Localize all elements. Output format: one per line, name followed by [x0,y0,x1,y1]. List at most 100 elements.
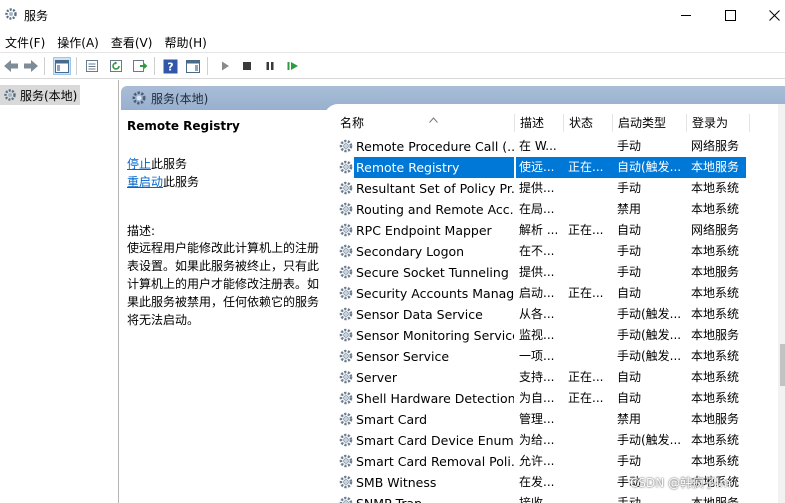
restart-service-link[interactable]: 重启动 [127,175,163,189]
startup-type-cell: 自动 [617,223,642,237]
column-desc-label: 描述 [520,115,545,130]
window-title: 服务 [24,9,49,23]
service-gear-icon [338,327,354,343]
table-row[interactable]: Security Accounts Manag... 启动... 正在... 自动 本地… [336,283,785,304]
table-row[interactable]: Smart Card 管理... 禁用 本地服务 [336,409,785,430]
service-name-cell: Smart Card Device Enum... [356,433,514,448]
close-button[interactable] [751,0,785,30]
panel-header-title: 服务(本地) [151,91,209,106]
menu-help[interactable]: 帮助(H) [158,30,212,52]
startup-type-cell: 手动 [617,181,642,195]
scrollbar-thumb[interactable] [780,344,785,386]
service-gear-icon [338,453,354,469]
stop-action: 停止此服务 [127,155,187,172]
log-on-as-cell: 本地系统 [691,433,740,447]
table-row[interactable]: Resultant Set of Policy Pr... 提供... 手动 本地系统 [336,178,785,199]
service-description: 使远程用户能修改此计算机上的注册表设置。如果此服务被终止，只有此计算机上的用户才… [127,241,320,327]
status-cell: 正在... [568,286,604,300]
console-tree: 服务(本地) [0,80,119,503]
status-cell [565,241,614,262]
start-service-icon[interactable] [216,57,234,75]
log-on-as-cell: 本地系统 [691,244,740,258]
log-on-as-cell: 本地系统 [691,307,740,321]
description-label: 描述: [127,224,156,238]
service-gear-icon [338,180,354,196]
minimize-button[interactable] [663,0,709,30]
toolbar-divider [76,57,77,75]
toolbar-divider [44,57,45,75]
status-cell [565,346,614,367]
service-name-cell: Remote Registry [354,157,514,178]
status-cell [565,409,614,430]
column-header-name[interactable]: 名称 [334,110,514,134]
watermark: CSDN @韩疯子lm [630,476,732,490]
description-cell: 为自... [519,391,555,405]
table-row[interactable]: Shell Hardware Detection 为自... 正在... 自动 本地系统 [336,388,785,409]
column-header-startup-type[interactable]: 启动类型 [612,110,686,134]
status-cell: 正在... [565,157,614,178]
log-on-as-cell: 本地系统 [691,286,740,300]
service-name-cell: Resultant Set of Policy Pr... [356,181,514,196]
log-on-as-cell: 本地服务 [691,412,740,426]
startup-type-cell: 手动(触发... [617,307,682,321]
table-row[interactable]: SNMP Trap 接收... 手动 本地服务 [336,493,785,503]
title-bar: 服务 [0,0,785,30]
toolbar-divider [207,57,208,75]
service-gear-icon [338,138,354,154]
tree-item-services-local[interactable]: 服务(本地) [0,85,80,105]
vertical-scrollbar[interactable] [778,104,785,503]
column-header-log-on-as[interactable]: 登录为 [686,110,756,134]
stop-service-link[interactable]: 停止 [127,157,151,171]
service-name-cell: Smart Card [356,412,428,427]
services-gear-icon [3,88,17,102]
service-name-cell: RPC Endpoint Mapper [356,223,492,238]
restart-action: 重启动此服务 [127,173,199,190]
log-on-as-cell: 本地服务 [688,157,746,178]
column-divider[interactable] [749,114,750,132]
tree-item-label: 服务(本地) [20,88,78,103]
table-row[interactable]: Routing and Remote Acc... 在局... 禁用 本地系统 [336,199,785,220]
table-row[interactable]: Sensor Service 一项... 手动(触发... 本地系统 [336,346,785,367]
table-row[interactable]: Smart Card Device Enum... 为给... 手动(触发... 本地… [336,430,785,451]
service-name-cell: Shell Hardware Detection [356,391,514,406]
restart-service-icon[interactable] [284,57,302,75]
menu-file[interactable]: 文件(F) [0,30,51,52]
action-pane-icon[interactable] [184,57,202,75]
startup-type-cell: 手动(触发... [617,328,682,342]
menu-action[interactable]: 操作(A) [51,30,105,52]
stop-service-icon[interactable] [238,57,256,75]
pause-service-icon[interactable] [261,57,279,75]
column-startup-label: 启动类型 [618,115,667,130]
maximize-button[interactable] [707,0,753,30]
show-hide-console-tree-icon[interactable] [53,57,71,75]
status-cell: 正在... [568,391,604,405]
service-name-cell: Sensor Data Service [356,307,483,322]
startup-type-cell: 手动 [617,454,642,468]
svg-text:?: ? [167,60,173,73]
forward-arrow-icon[interactable] [22,57,40,75]
table-row[interactable]: Server 支持... 正在... 自动 本地系统 [336,367,785,388]
table-row[interactable]: Sensor Monitoring Service 监视... 手动(触发... 本地… [336,325,785,346]
startup-type-cell: 手动 [617,139,642,153]
table-row[interactable]: Sensor Data Service 从各... 手动(触发... 本地系统 [336,304,785,325]
description-cell: 接收... [519,496,555,503]
properties-icon[interactable] [83,57,101,75]
export-list-icon[interactable] [131,57,149,75]
table-row[interactable]: Secondary Logon 在不... 手动 本地系统 [336,241,785,262]
refresh-icon[interactable] [107,57,125,75]
back-arrow-icon[interactable] [2,57,20,75]
log-on-as-cell: 网络服务 [691,139,740,153]
table-row-selected[interactable]: Remote Registry 使远... 正在... 自动(触发... 本地服务 [336,157,785,178]
table-row[interactable]: RPC Endpoint Mapper 解析 ... 正在... 自动 网络服务 [336,220,785,241]
help-icon[interactable]: ? [161,57,179,75]
status-cell [565,493,614,503]
table-row[interactable]: Secure Socket Tunneling ... 提供... 手动 本地服务 [336,262,785,283]
services-gear-icon [4,7,18,21]
table-row[interactable]: Remote Procedure Call (... 在 W... 手动 网络服务 [336,136,785,157]
column-header-description[interactable]: 描述 [514,110,563,134]
service-gear-icon [338,432,354,448]
column-header-status[interactable]: 状态 [563,110,612,134]
table-row[interactable]: Smart Card Removal Poli... 允许... 手动 本地系统 [336,451,785,472]
log-on-as-cell: 本地服务 [691,328,740,342]
menu-view[interactable]: 查看(V) [105,30,159,52]
